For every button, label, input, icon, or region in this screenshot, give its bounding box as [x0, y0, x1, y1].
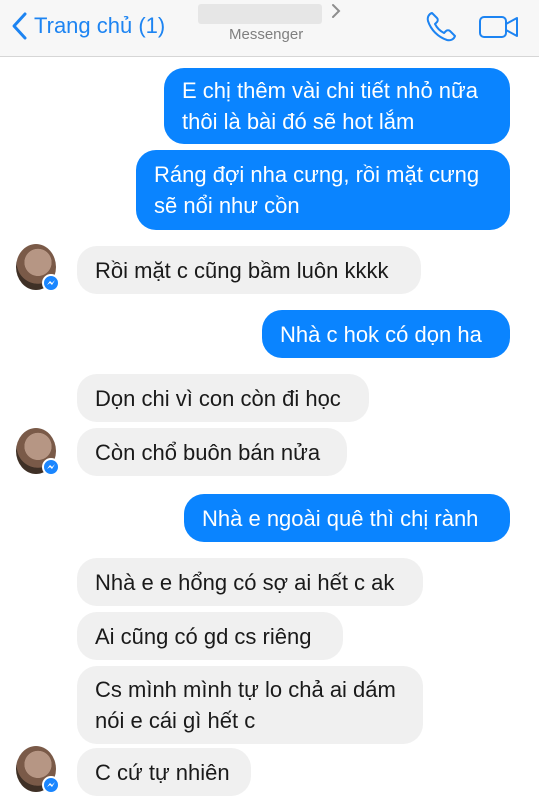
message-bubble-outgoing[interactable]: E chị thêm vài chi tiết nhỏ nữa thôi là …: [164, 68, 510, 144]
message-bubble-incoming[interactable]: Ai cũng có gd cs riêng: [77, 612, 343, 660]
message-bubble-incoming[interactable]: C cứ tự nhiên: [77, 748, 251, 796]
contact-name[interactable]: [198, 4, 322, 24]
phone-icon[interactable]: [424, 10, 458, 44]
message-text: nói e cái gì hết c: [95, 708, 256, 733]
avatar[interactable]: [16, 746, 60, 798]
avatar[interactable]: [16, 244, 60, 296]
message-text: Nhà c hok có dọn ha: [280, 321, 482, 347]
video-camera-icon[interactable]: [478, 12, 520, 42]
message-bubble-incoming[interactable]: Rồi mặt c cũng bầm luôn kkkk: [77, 246, 421, 294]
message-text: Dọn chi vì con còn đi học: [95, 385, 341, 411]
message-bubble-outgoing[interactable]: Nhà e ngoài quê thì chị rành: [184, 494, 510, 542]
back-button[interactable]: Trang chủ (1): [10, 10, 165, 42]
chevron-right-icon[interactable]: [330, 2, 342, 20]
message-bubble-incoming[interactable]: Còn chổ buôn bán nửa: [77, 428, 347, 476]
message-bubble-incoming[interactable]: Cs mình mình tự lo chả ai dám nói e cái …: [77, 666, 423, 744]
chat-header: Trang chủ (1) Messenger: [0, 0, 539, 57]
back-label: Trang chủ (1): [34, 13, 166, 38]
message-bubble-outgoing[interactable]: Nhà c hok có dọn ha: [262, 310, 510, 358]
message-text: Ai cũng có gd cs riêng: [95, 623, 312, 649]
chevron-left-icon: [12, 12, 27, 40]
message-text: Nhà e ngoài quê thì chị rành: [202, 505, 479, 531]
message-bubble-outgoing[interactable]: Ráng đợi nha cưng, rồi mặt cưng sẽ nổi n…: [136, 150, 510, 230]
avatar[interactable]: [16, 428, 60, 480]
message-text: C cứ tự nhiên: [95, 759, 230, 785]
message-text: E chị thêm vài chi tiết nhỏ nữa: [182, 78, 478, 103]
messenger-badge-icon: [42, 458, 60, 476]
message-text: sẽ nổi như cồn: [154, 193, 300, 218]
message-text: Ráng đợi nha cưng, rồi mặt cưng: [154, 162, 480, 187]
message-text: Cs mình mình tự lo chả ai dám: [95, 677, 396, 702]
message-text: Còn chổ buôn bán nửa: [95, 439, 321, 465]
message-text: Nhà e e hổng có sợ ai hết c ak: [95, 569, 395, 595]
message-text: thôi là bài đó sẽ hot lắm: [182, 109, 415, 134]
messenger-badge-icon: [42, 274, 60, 292]
message-text: Rồi mặt c cũng bầm luôn kkkk: [95, 257, 389, 283]
message-bubble-incoming[interactable]: Nhà e e hổng có sợ ai hết c ak: [77, 558, 423, 606]
messenger-badge-icon: [42, 776, 60, 794]
message-bubble-incoming[interactable]: Dọn chi vì con còn đi học: [77, 374, 369, 422]
header-subtitle: Messenger: [229, 26, 304, 43]
